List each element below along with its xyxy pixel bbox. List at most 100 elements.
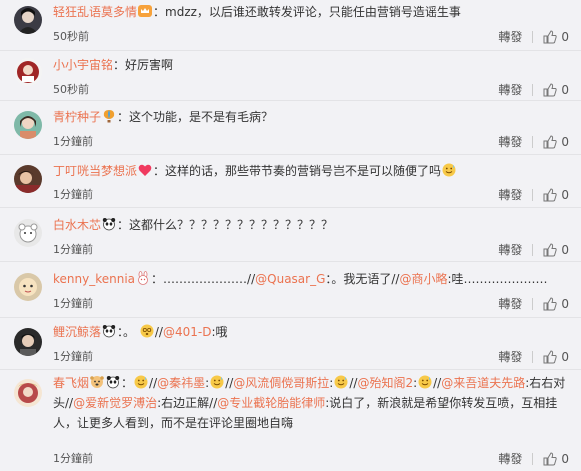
thumbs-up-icon: [543, 242, 558, 256]
comment-seg: //: [433, 376, 442, 390]
comment-text: kenny_kennia ：…………………//@Quasar_G：。我无语了//@…: [53, 269, 569, 289]
comment-colon: ：: [117, 218, 130, 232]
comment-item: kenny_kennia ：…………………//@Quasar_G：。我无语了//@…: [0, 262, 581, 318]
repost-button[interactable]: 轉發: [498, 133, 522, 150]
mention-link[interactable]: @秦祎墨: [157, 376, 205, 390]
comment-seg: ：。我无语了//: [325, 272, 400, 286]
sweat-smile-emoji-icon: [418, 375, 432, 389]
sweat-smile-emoji-icon: [334, 375, 348, 389]
avatar[interactable]: [14, 111, 42, 139]
comment-item: 鲤沉鲸落 ：。 //@401-D:哦 1分鐘前 轉發 0: [0, 318, 581, 370]
mention-link[interactable]: @殆知阁2: [357, 376, 413, 390]
repost-button[interactable]: 轉發: [498, 295, 522, 312]
like-button[interactable]: 0: [543, 297, 569, 311]
like-button[interactable]: 0: [543, 452, 569, 466]
comment-time: 1分鐘前: [53, 135, 93, 148]
mention-link[interactable]: @专业截轮胎能律师: [217, 396, 325, 410]
comment-item: 白水木芯 ：这都什么？？？？？？？？？？？？？ 1分鐘前 轉發 0: [0, 208, 581, 262]
comment-text: 鲤沉鲸落 ：。 //@401-D:哦: [53, 322, 569, 342]
thumbs-up-icon: [543, 29, 558, 43]
username-link[interactable]: 白水木芯: [53, 218, 101, 232]
comment-actions: 轉發 0: [498, 348, 569, 365]
thumbs-up-icon: [543, 187, 558, 201]
like-button[interactable]: 0: [543, 30, 569, 44]
comment-seg: :: [205, 376, 210, 390]
like-button[interactable]: 0: [543, 135, 569, 149]
panda-icon: [106, 375, 120, 389]
comment-item: 小小宇宙铭：好厉害啊 50秒前 轉發 0: [0, 51, 581, 101]
comment-time: 1分鐘前: [53, 452, 93, 465]
heart-icon: [138, 163, 152, 177]
avatar[interactable]: [14, 273, 42, 301]
comment-body: 这都什么？？？？？？？？？？？？？: [129, 218, 334, 232]
comment-body: mdzz，以后谁还敢转发评论，只能任由营销号造谣生事: [165, 5, 461, 19]
comment-body: 这个功能，是不是有毛病？: [129, 110, 274, 124]
hot-air-balloon-icon: [102, 109, 116, 123]
like-count: 0: [561, 82, 569, 97]
mention-link[interactable]: @商小略: [399, 272, 447, 286]
username-link[interactable]: 小小宇宙铭: [53, 58, 113, 72]
comment-colon: ：: [151, 272, 164, 286]
comment-colon: ：: [153, 164, 166, 178]
divider: [532, 83, 534, 96]
username-link[interactable]: 春飞烟: [53, 376, 89, 390]
comment-actions: 轉發 0: [498, 81, 569, 98]
divider: [532, 452, 534, 465]
avatar[interactable]: [14, 165, 42, 193]
comment-time: 1分鐘前: [53, 350, 93, 363]
avatar[interactable]: [14, 379, 42, 407]
like-count: 0: [561, 349, 569, 364]
divider: [532, 188, 534, 201]
comment-text: 小小宇宙铭：好厉害啊: [53, 55, 569, 75]
repost-button[interactable]: 轉發: [498, 186, 522, 203]
like-count: 0: [561, 134, 569, 149]
avatar[interactable]: [14, 6, 42, 34]
repost-button[interactable]: 轉發: [498, 450, 522, 467]
username-link[interactable]: 轻狂乱语莫多情: [53, 5, 137, 19]
repost-button[interactable]: 轉發: [498, 348, 522, 365]
comment-colon: ：: [117, 110, 130, 124]
comment-text: 轻狂乱语莫多情 ：mdzz，以后谁还敢转发评论，只能任由营销号造谣生事: [53, 2, 569, 22]
sweat-smile-emoji-icon: [134, 375, 148, 389]
avatar[interactable]: [14, 328, 42, 356]
comment-colon: ：。: [117, 325, 136, 339]
avatar[interactable]: [14, 58, 42, 86]
comment-colon: ：: [121, 376, 134, 390]
avatar[interactable]: [14, 219, 42, 247]
repost-button[interactable]: 轉發: [498, 28, 522, 45]
comment-body: 这样的话，那些带节奏的营销号岂不是可以随便了吗: [165, 164, 442, 178]
comment-item: 春飞烟：//@秦祎墨://@风流倜傥哥斯拉://@殆知阁2://@来吾道夫先路:…: [0, 370, 581, 471]
like-count: 0: [561, 29, 569, 44]
username-link[interactable]: 青柠种子: [53, 110, 101, 124]
repost-button[interactable]: 轉發: [498, 81, 522, 98]
like-button[interactable]: 0: [543, 243, 569, 257]
username-link[interactable]: kenny_kennia: [53, 272, 135, 286]
like-count: 0: [561, 187, 569, 202]
like-button[interactable]: 0: [543, 83, 569, 97]
comment-item: 丁叮咣当梦想派 ：这样的话，那些带节奏的营销号岂不是可以随便了吗 1分鐘前 轉發 …: [0, 155, 581, 208]
sweat-smile-emoji-icon: [442, 163, 456, 177]
mention-link[interactable]: @风流倜傥哥斯拉: [233, 376, 329, 390]
panda-icon: [102, 217, 116, 231]
comment-colon: ：: [153, 5, 166, 19]
comment-seg: :哦: [211, 325, 228, 339]
dizzy-face-emoji-icon: [140, 324, 154, 338]
mention-link[interactable]: @Quasar_G: [255, 272, 325, 286]
like-button[interactable]: 0: [543, 188, 569, 202]
thumbs-up-icon: [543, 451, 558, 465]
username-link[interactable]: 丁叮咣当梦想派: [53, 164, 137, 178]
comment-time: 1分鐘前: [53, 188, 93, 201]
username-link[interactable]: 鲤沉鲸落: [53, 325, 101, 339]
comment-time: 1分鐘前: [53, 297, 93, 310]
comment-actions: 轉發 0: [498, 133, 569, 150]
comment-actions: 轉發 0: [498, 450, 569, 467]
sweat-smile-emoji-icon: [210, 375, 224, 389]
comment-list: 轻狂乱语莫多情 ：mdzz，以后谁还敢转发评论，只能任由营销号造谣生事 50秒前 …: [0, 0, 581, 471]
comment-text: 白水木芯 ：这都什么？？？？？？？？？？？？？: [53, 215, 569, 235]
mention-link[interactable]: @来吾道夫先路: [441, 376, 525, 390]
mention-link[interactable]: @401-D: [163, 325, 211, 339]
repost-button[interactable]: 轉發: [498, 241, 522, 258]
mention-link[interactable]: @爱新觉罗溥治: [73, 396, 157, 410]
comment-seg: :: [413, 376, 418, 390]
like-button[interactable]: 0: [543, 350, 569, 364]
